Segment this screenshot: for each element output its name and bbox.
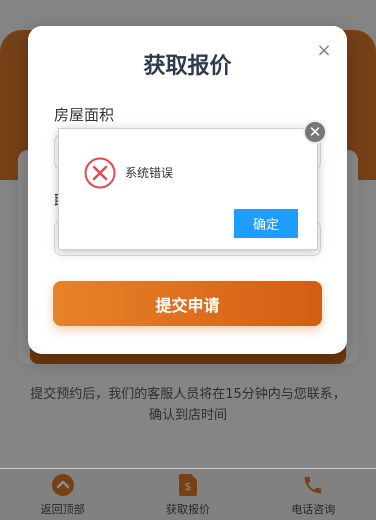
nav-label: 获取报价: [165, 502, 210, 516]
error-message: 系统错误: [125, 166, 174, 180]
nav-phone-consult[interactable]: 电话咨询: [251, 469, 376, 520]
phone-icon: [301, 473, 325, 497]
quote-document-icon: $: [176, 473, 200, 497]
error-close-icon[interactable]: ✕: [303, 120, 327, 144]
error-dialog: 系统错误 确定: [58, 128, 318, 250]
error-x-icon: [84, 157, 116, 189]
submit-button[interactable]: 提交申请: [53, 281, 322, 326]
close-icon[interactable]: ×: [315, 42, 333, 60]
confirm-button[interactable]: 确定: [234, 209, 298, 238]
nav-label: 电话咨询: [291, 502, 336, 516]
nav-get-quote[interactable]: $ 获取报价: [125, 469, 250, 520]
nav-back-to-top[interactable]: 返回顶部: [0, 469, 125, 520]
chevron-up-icon: [51, 473, 75, 497]
bottom-nav: 返回顶部 $ 获取报价 电话咨询: [0, 468, 376, 520]
nav-label: 返回顶部: [40, 502, 85, 516]
modal-title: 获取报价: [143, 54, 232, 79]
svg-text:$: $: [184, 480, 191, 493]
area-field-label: 房屋面积: [54, 106, 115, 124]
